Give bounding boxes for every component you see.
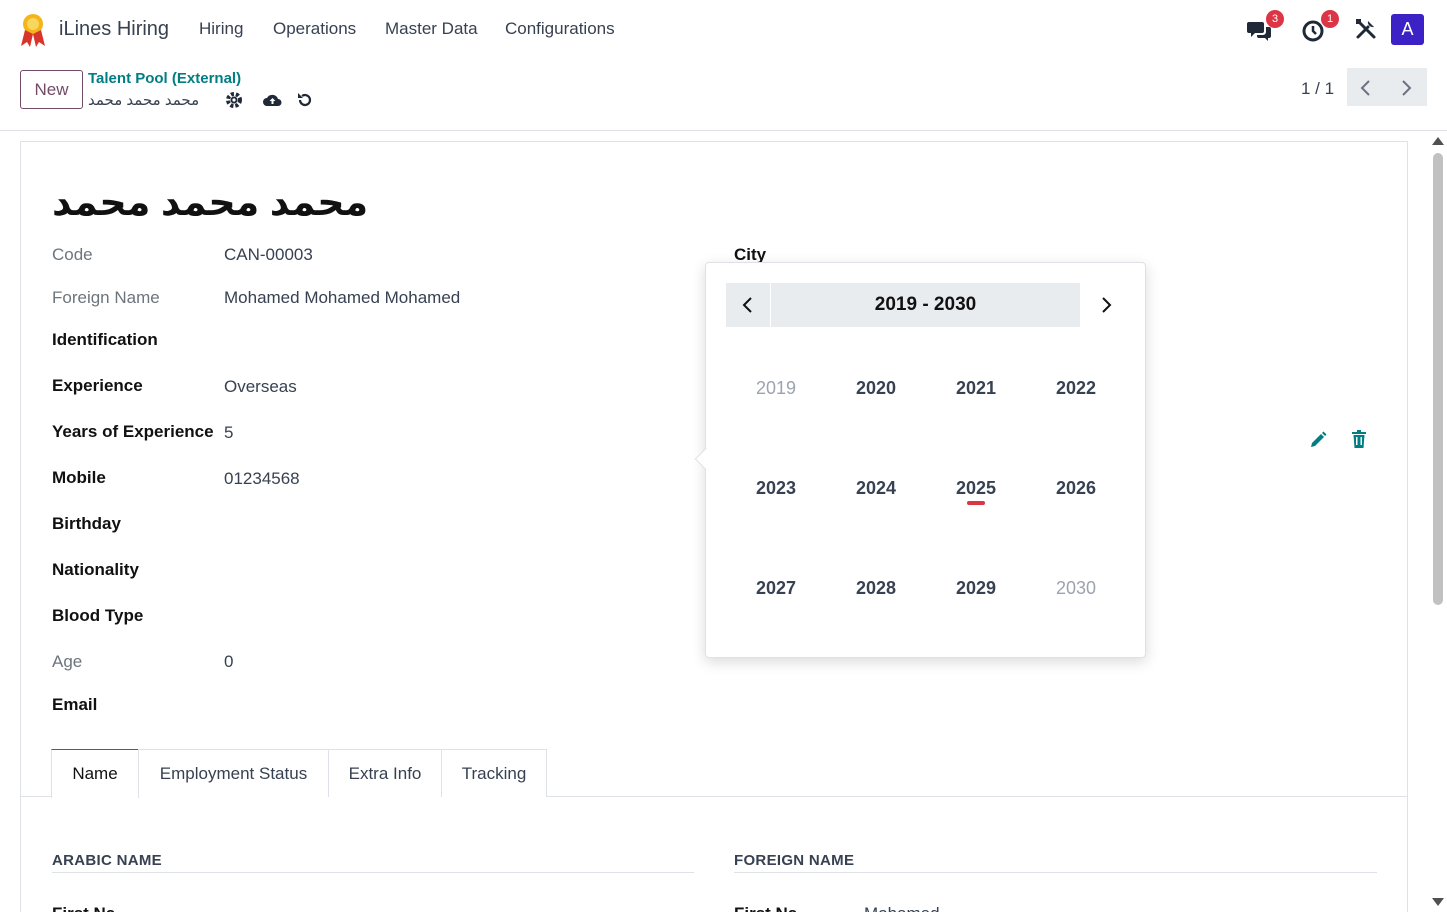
gear-icon[interactable] (225, 91, 243, 109)
blood-type-label: Blood Type (52, 606, 144, 625)
scroll-down-arrow-icon[interactable] (1432, 898, 1444, 906)
messages-button[interactable]: 3 (1246, 10, 1284, 44)
year-cell[interactable]: 2022 (1026, 368, 1126, 408)
pager-previous-button[interactable] (1347, 68, 1387, 106)
year-cell[interactable]: 2029 (926, 568, 1026, 608)
birthday-label: Birthday (52, 514, 121, 533)
year-cell[interactable]: 2024 (826, 468, 926, 508)
year-cell[interactable]: 2019 (726, 368, 826, 408)
datepicker-previous-button[interactable] (726, 283, 770, 327)
year-cell[interactable]: 2028 (826, 568, 926, 608)
tab-employment-status[interactable]: Employment Status (138, 749, 329, 797)
year-cell[interactable]: 2021 (926, 368, 1026, 408)
scroll-up-arrow-icon[interactable] (1432, 137, 1444, 145)
control-panel: New Talent Pool (External) محمد محمد محم… (0, 60, 1447, 131)
age-value: 0 (224, 652, 234, 671)
tools-icon[interactable] (1355, 18, 1377, 40)
year-picker-popover: 2019 - 2030 2019 2020 2021 2022 2023 202… (694, 262, 1146, 658)
tab-extra-info[interactable]: Extra Info (328, 749, 442, 797)
foreign-first-name-label: First Na (734, 904, 797, 912)
foreign-name-label: Foreign Name (52, 288, 160, 307)
chevron-right-icon (1102, 297, 1112, 313)
year-cell[interactable]: 2027 (726, 568, 826, 608)
discard-icon[interactable] (296, 91, 314, 109)
chevron-left-icon (742, 297, 752, 313)
arabic-name-divider (52, 872, 694, 873)
years-of-experience-label: Years of Experience (52, 422, 214, 441)
foreign-name-section-title: FOREIGN NAME (734, 852, 855, 869)
code-label: Code (52, 245, 93, 264)
datepicker-range-title[interactable]: 2019 - 2030 (771, 283, 1080, 327)
code-value: CAN-00003 (224, 245, 313, 264)
foreign-name-divider (734, 872, 1377, 873)
foreign-name-value[interactable]: Mohamed Mohamed Mohamed (224, 288, 460, 308)
trash-icon[interactable] (1351, 430, 1367, 448)
nationality-label: Nationality (52, 560, 139, 579)
menu-operations[interactable]: Operations (273, 19, 356, 39)
pencil-icon[interactable] (1309, 431, 1327, 449)
mobile-label: Mobile (52, 468, 106, 487)
identification-label: Identification (52, 330, 158, 349)
experience-field[interactable]: Overseas (224, 377, 297, 397)
app-name[interactable]: iLines Hiring (59, 18, 169, 41)
years-of-experience-field[interactable]: 5 (224, 423, 233, 443)
email-label: Email (52, 695, 98, 714)
app-logo-icon[interactable] (18, 12, 48, 48)
foreign-first-name-value[interactable]: Mohamed (864, 904, 940, 912)
year-cell[interactable]: 2026 (1026, 468, 1126, 508)
mobile-field[interactable]: 01234568 (224, 469, 300, 489)
chevron-right-icon (1402, 80, 1412, 96)
age-label: Age (52, 652, 83, 671)
activities-badge: 1 (1321, 10, 1339, 28)
menu-configurations[interactable]: Configurations (505, 19, 615, 39)
record-title[interactable]: محمد محمد محمد (52, 180, 368, 225)
tab-name[interactable]: Name (51, 749, 139, 798)
top-navbar: iLines Hiring Hiring Operations Master D… (0, 0, 1447, 60)
notebook-tabs: Name Employment Status Extra Info Tracki… (21, 749, 1407, 798)
cloud-upload-icon[interactable] (262, 91, 283, 109)
pager-value[interactable]: 1 / 1 (1301, 79, 1334, 99)
menu-master-data[interactable]: Master Data (385, 19, 478, 39)
scrollbar-thumb[interactable] (1433, 153, 1443, 605)
messages-badge: 3 (1266, 10, 1284, 28)
current-year-indicator (967, 501, 985, 505)
breadcrumb-current: محمد محمد محمد (88, 92, 200, 109)
new-button[interactable]: New (20, 70, 83, 109)
year-cell[interactable]: 2030 (1026, 568, 1126, 608)
experience-label: Experience (52, 376, 143, 395)
menu-hiring[interactable]: Hiring (199, 19, 243, 39)
activities-button[interactable]: 1 (1301, 10, 1339, 44)
arabic-name-section-title: ARABIC NAME (52, 852, 162, 869)
year-cell[interactable]: 2020 (826, 368, 926, 408)
breadcrumb-parent[interactable]: Talent Pool (External) (88, 70, 241, 87)
user-avatar[interactable]: A (1391, 14, 1424, 45)
year-cell[interactable]: 2023 (726, 468, 826, 508)
pager-next-button[interactable] (1387, 68, 1427, 106)
tab-tracking[interactable]: Tracking (441, 749, 547, 797)
arabic-first-name-label: First Na (52, 904, 115, 912)
datepicker-next-button[interactable] (1084, 283, 1128, 327)
chevron-left-icon (1360, 80, 1370, 96)
